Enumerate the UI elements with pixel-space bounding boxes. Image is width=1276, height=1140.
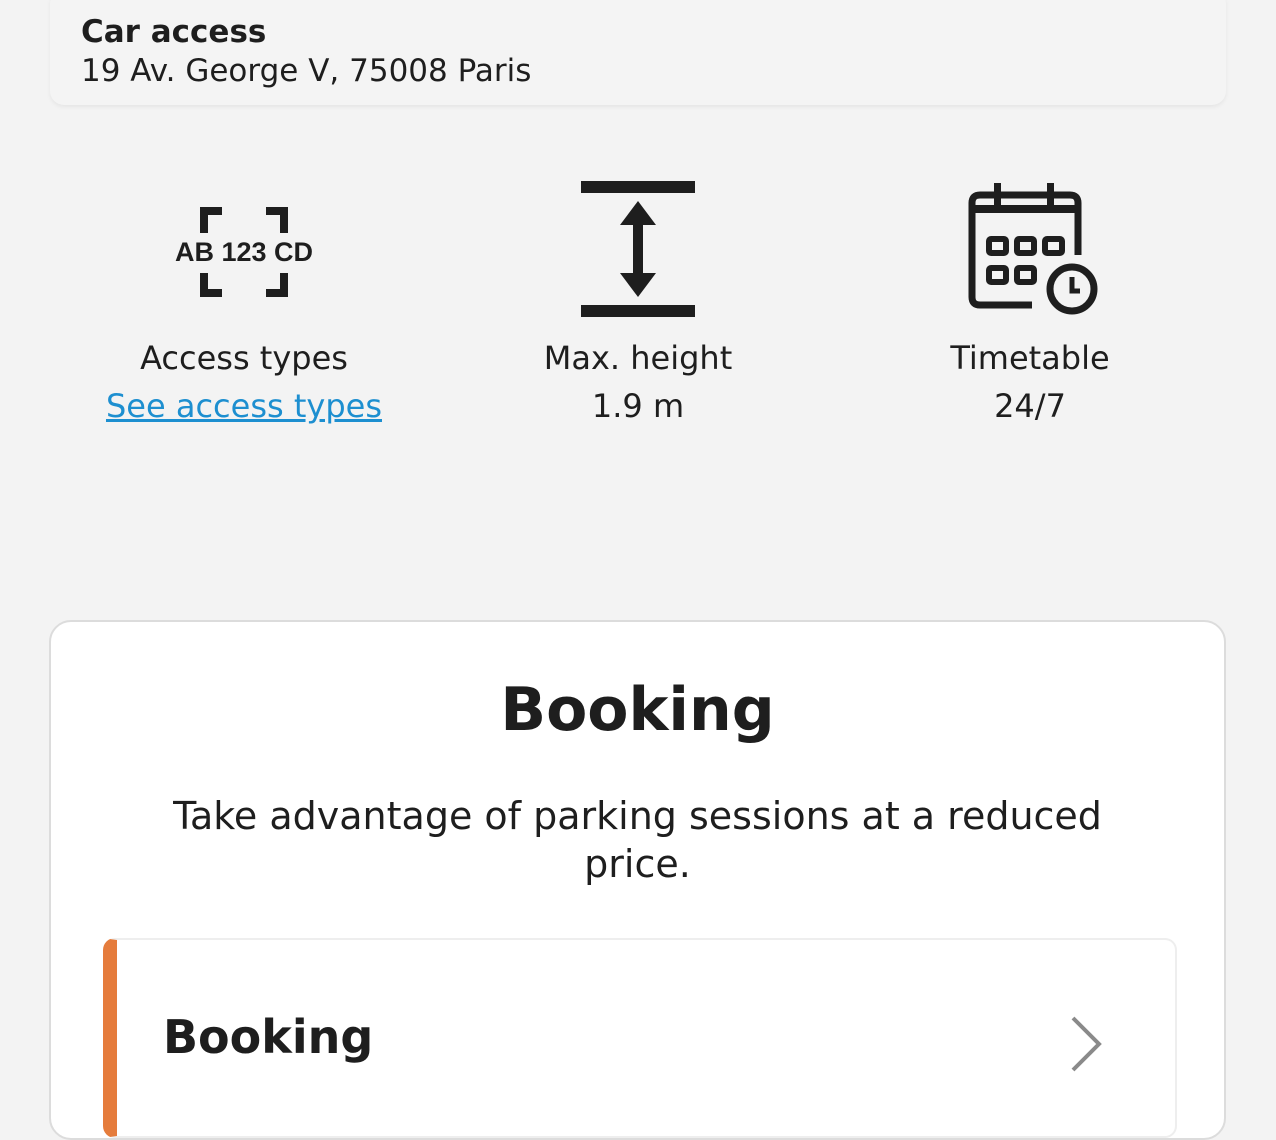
max-height-label: Max. height: [543, 339, 733, 377]
features-row: AB 123 CD Access types See access types …: [0, 175, 1276, 455]
feature-timetable: Timetable 24/7: [830, 175, 1230, 430]
plate-text: AB 123 CD: [175, 237, 313, 267]
access-address: 19 Av. George V, 75008 Paris: [81, 53, 532, 89]
access-types-label: Access types: [140, 339, 348, 377]
booking-option-button[interactable]: Booking: [103, 938, 1177, 1138]
booking-option-label: Booking: [163, 1010, 374, 1064]
license-plate-icon: AB 123 CD: [175, 207, 313, 297]
booking-title: Booking: [500, 675, 775, 745]
car-access-card: Car access 19 Av. George V, 75008 Paris: [50, 0, 1226, 105]
timetable-value: 24/7: [994, 387, 1066, 425]
feature-max-height: Max. height 1.9 m: [438, 175, 838, 430]
chevron-right-icon: [1071, 1016, 1102, 1072]
booking-card: Booking Take advantage of parking sessio…: [49, 620, 1226, 1140]
timetable-label: Timetable: [950, 339, 1110, 377]
max-height-value: 1.9 m: [591, 387, 685, 425]
booking-description: Take advantage of parking sessions at a …: [173, 794, 1102, 886]
feature-access-types: AB 123 CD Access types See access types: [44, 175, 444, 430]
access-title: Car access: [81, 14, 267, 50]
height-arrow-icon: [581, 181, 695, 317]
calendar-clock-icon: [968, 183, 1098, 315]
see-access-types-link[interactable]: See access types: [44, 382, 444, 430]
